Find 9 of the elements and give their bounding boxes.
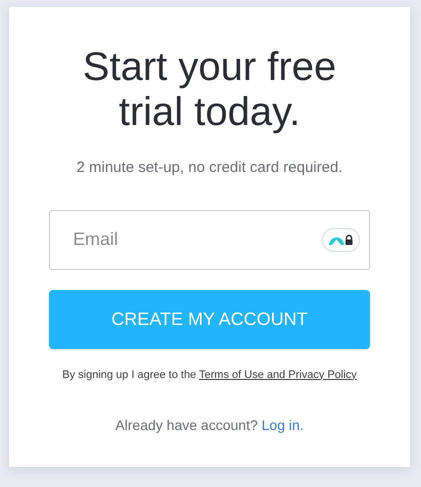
terms-link[interactable]: Terms of Use and Privacy Policy [199,368,357,380]
email-field[interactable]: Email [49,210,370,270]
subheading: 2 minute set-up, no credit card required. [76,158,344,178]
heading: Start your free trial today. [82,45,338,135]
create-account-button[interactable]: CREATE MY ACCOUNT [49,290,370,348]
login-link[interactable]: Log in. [262,417,304,433]
terms-notice: By signing up I agree to the Terms of Use and Privacy Policy [61,368,358,382]
password-manager-icon[interactable] [322,228,360,252]
login-prompt: Already have account? Log in. [114,416,305,435]
